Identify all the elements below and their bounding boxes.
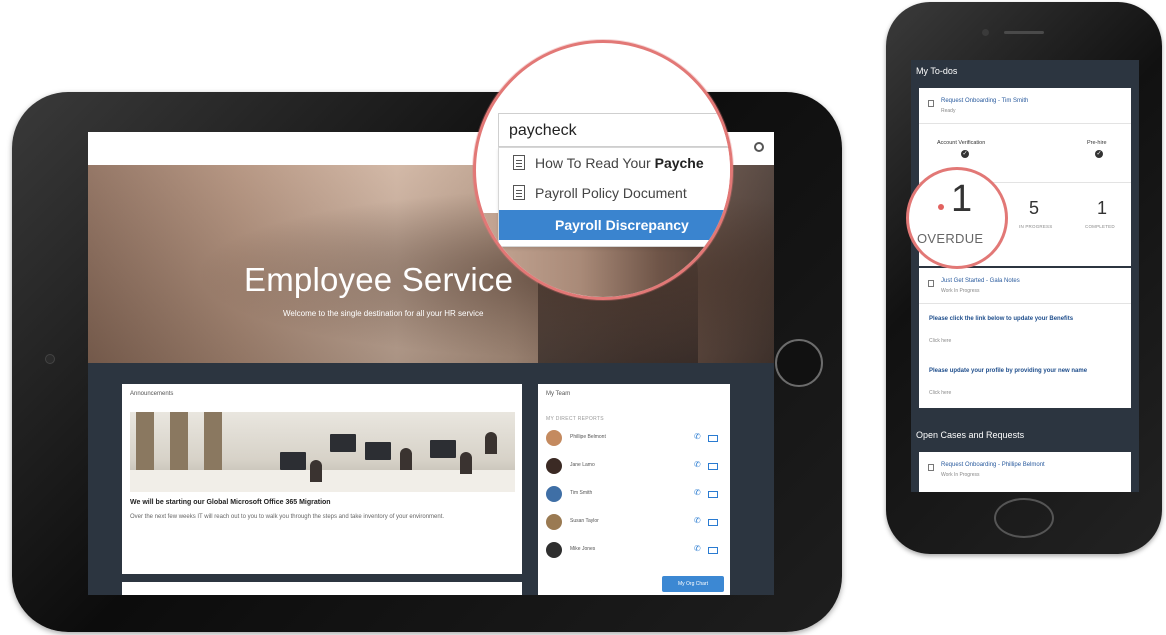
in-progress-count[interactable]: 5 (1029, 198, 1039, 219)
check-label: Pre-hire (1087, 140, 1107, 146)
mail-icon[interactable] (708, 435, 718, 442)
request-icon (928, 280, 934, 287)
avatar (546, 458, 562, 474)
secondary-card (122, 582, 522, 595)
avatar (546, 430, 562, 446)
case-card: Request Onboarding - Phillipe Belmont Wo… (919, 452, 1131, 492)
direct-reports-label: MY DIRECT REPORTS (546, 416, 604, 422)
team-member-name[interactable]: Susan Taylor (570, 518, 599, 524)
todo-list-card: Just Get Started - Gala Notes Work In Pr… (919, 268, 1131, 408)
announcements-card: Announcements We will be starting our Gl… (122, 384, 522, 574)
phone-device: My To-dos Request Onboarding - Tim Smith… (886, 2, 1162, 554)
team-member-name[interactable]: Tim Smith (570, 490, 592, 496)
photo-person (485, 432, 497, 454)
task-action-link[interactable]: Click here (929, 338, 951, 344)
phone-icon[interactable]: ✆ (694, 460, 701, 470)
phone-icon[interactable]: ✆ (694, 516, 701, 526)
mail-icon[interactable] (708, 547, 718, 554)
overdue-indicator-dot (938, 204, 944, 210)
in-progress-label: IN PROGRESS (1019, 224, 1053, 229)
suggestion-label[interactable]: Payroll Policy Document (535, 185, 687, 201)
todos-title: My To-dos (916, 66, 958, 76)
phone-screen: My To-dos Request Onboarding - Tim Smith… (911, 60, 1139, 492)
photo-person (460, 452, 472, 474)
org-chart-button[interactable]: My Org Chart (662, 576, 724, 592)
completed-label: COMPLETED (1085, 224, 1115, 229)
phone-icon[interactable]: ✆ (694, 432, 701, 442)
document-icon (513, 155, 525, 170)
photo-monitor (280, 452, 306, 470)
check-label: Account Verification (937, 140, 986, 146)
hero-subtitle: Welcome to the single destination for al… (283, 309, 484, 318)
todo-title[interactable]: Request Onboarding - Tim Smith (941, 98, 1028, 104)
phone-speaker (1004, 31, 1044, 34)
search-magnifier: paycheck How To Read Your Payche Payroll… (473, 40, 733, 300)
photo-person (400, 448, 412, 470)
case-status: Work In Progress (941, 472, 980, 478)
todo-status: Work In Progress (941, 288, 980, 294)
announcement-body: Over the next few weeks IT will reach ou… (130, 514, 445, 520)
my-team-card: My Team MY DIRECT REPORTS Phillipe Belmo… (538, 384, 730, 595)
tablet-camera (45, 354, 55, 364)
check-circle-icon: ✓ (1095, 150, 1103, 158)
avatar (546, 514, 562, 530)
todo-status: Ready (941, 108, 956, 114)
photo-person (310, 460, 322, 482)
todo-title[interactable]: Just Get Started - Gala Notes (941, 278, 1020, 284)
overdue-callout[interactable]: 1 OVERDUE (906, 167, 1008, 269)
team-member-name[interactable]: Jane Lamo (570, 462, 595, 468)
divider (919, 123, 1131, 124)
overdue-label: OVERDUE (917, 231, 984, 246)
phone-camera (982, 29, 989, 36)
team-member-row[interactable]: Tim Smith ✆ (546, 484, 722, 504)
avatar (546, 542, 562, 558)
team-member-name[interactable]: Mike Jones (570, 546, 595, 552)
document-icon (513, 185, 525, 200)
photo-desk (130, 470, 515, 492)
phone-icon[interactable]: ✆ (694, 544, 701, 554)
announcement-headline[interactable]: We will be starting our Global Microsoft… (130, 499, 331, 506)
search-input[interactable]: paycheck (498, 113, 730, 147)
hero-title: Employee Service (244, 261, 514, 298)
office-photo (130, 412, 515, 492)
divider (919, 303, 1131, 304)
avatar (546, 486, 562, 502)
overdue-count[interactable]: 1 (951, 178, 972, 221)
open-cases-title: Open Cases and Requests (916, 430, 1025, 440)
phone-icon[interactable]: ✆ (694, 488, 701, 498)
suggestion-label[interactable]: Payroll Discrepancy (555, 217, 689, 233)
request-icon (928, 464, 934, 471)
case-title[interactable]: Request Onboarding - Phillipe Belmont (941, 462, 1045, 468)
mail-icon[interactable] (708, 463, 718, 470)
tablet-home-button[interactable] (775, 339, 823, 387)
request-icon (928, 100, 934, 107)
team-member-row[interactable]: Mike Jones ✆ (546, 540, 722, 560)
mail-icon[interactable] (708, 519, 718, 526)
phone-home-button[interactable] (994, 498, 1054, 538)
suggestion-item-selected[interactable]: Payroll Discrepancy (499, 210, 730, 240)
photo-monitor (330, 434, 356, 452)
suggestion-label[interactable]: How To Read Your Payche (535, 155, 704, 171)
search-icon[interactable] (754, 142, 764, 152)
completed-count[interactable]: 1 (1097, 198, 1107, 219)
announcements-title: Announcements (130, 391, 174, 397)
task-title[interactable]: Please click the link below to update yo… (929, 314, 1109, 324)
search-suggestions: How To Read Your Payche Payroll Policy D… (498, 147, 730, 247)
suggestion-item[interactable]: How To Read Your Payche (499, 148, 730, 178)
task-action-link[interactable]: Click here (929, 390, 951, 396)
team-member-row[interactable]: Phillipe Belmont ✆ (546, 428, 722, 448)
team-member-name[interactable]: Phillipe Belmont (570, 434, 606, 440)
photo-monitor (430, 440, 456, 458)
team-member-row[interactable]: Susan Taylor ✆ (546, 512, 722, 532)
team-member-row[interactable]: Jane Lamo ✆ (546, 456, 722, 476)
mail-icon[interactable] (708, 491, 718, 498)
suggestion-item[interactable]: Payroll Policy Document (499, 178, 730, 208)
check-circle-icon: ✓ (961, 150, 969, 158)
photo-monitor (365, 442, 391, 460)
search-input-value[interactable]: paycheck (509, 122, 577, 140)
my-team-title: My Team (546, 391, 571, 397)
task-title[interactable]: Please update your profile by providing … (929, 366, 1109, 376)
